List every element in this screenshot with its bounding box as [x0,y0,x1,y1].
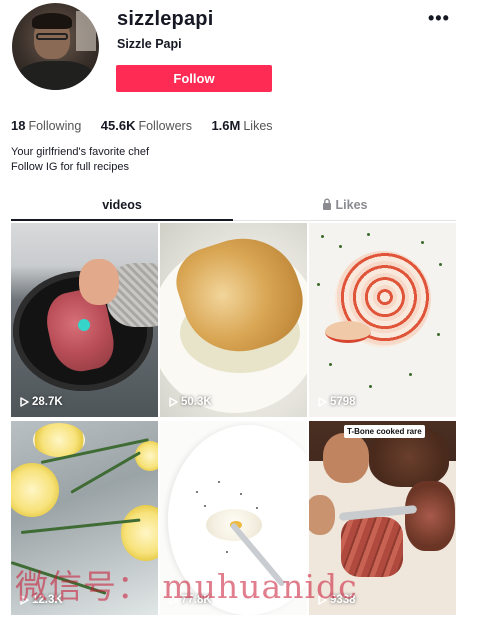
video-thumbnail[interactable]: 50.3K [160,223,307,417]
view-count-label: 77.8K [181,594,212,606]
view-count-label: 50.3K [181,396,212,408]
pepper-speck [204,505,206,507]
profile-tabs: videos Likes [11,193,456,221]
herb-speck [439,263,442,266]
touch-indicator [78,319,90,331]
view-count-label: 12.3K [32,594,63,606]
avatar-shoulders [18,61,94,90]
follow-button[interactable]: Follow [116,65,272,92]
view-count-label: 5798 [330,396,356,408]
following-label[interactable]: Following [28,119,81,133]
herb-speck [321,235,324,238]
lemon-slice [11,463,59,517]
lemon-slice [121,505,158,561]
apple-slice [325,321,371,343]
hand [309,495,335,535]
followers-label[interactable]: Followers [138,119,192,133]
profile-stats: 18 Following 45.6K Followers 1.6M Likes [11,118,289,133]
view-count: 5798 [318,396,356,408]
herb-speck [317,283,320,286]
play-icon [169,595,178,605]
view-count: 28.7K [20,396,63,408]
avatar-hair [32,13,72,29]
video-thumbnail[interactable]: T-Bone cooked rare 9338 [309,421,456,615]
followers-count[interactable]: 45.6K [101,118,136,133]
pepper-speck [196,491,198,493]
play-icon [20,595,29,605]
play-icon [318,595,327,605]
play-icon [169,397,178,407]
video-caption: T-Bone cooked rare [344,425,425,438]
view-count: 77.8K [169,594,212,606]
view-count: 50.3K [169,396,212,408]
tab-videos[interactable]: videos [11,193,233,221]
pepper-speck [240,493,242,495]
rosemary-sprig [11,561,107,595]
lemon-slice [33,423,85,457]
herb-speck [369,385,372,388]
herb-speck [367,233,370,236]
view-count-label: 28.7K [32,396,63,408]
hand [79,259,119,305]
play-icon [318,397,327,407]
more-options-icon[interactable]: ••• [428,8,450,29]
likes-count: 1.6M [211,118,241,133]
avatar[interactable] [12,3,99,90]
pepper-speck [256,507,258,509]
likes-label: Likes [243,119,273,133]
view-count-label: 9338 [330,594,356,606]
rosemary-sprig [70,451,142,494]
hand [323,433,369,483]
video-thumbnail[interactable]: 77.8K [160,421,307,615]
video-thumbnail[interactable]: 12.3K [11,421,158,615]
tab-likes[interactable]: Likes [233,193,456,221]
avatar-background [76,11,96,51]
view-count: 12.3K [20,594,63,606]
profile-username: sizzlepapi [117,8,214,30]
lemon-slice [135,441,158,471]
profile-display-name: Sizzle Papi [117,37,182,51]
tab-likes-label: Likes [335,198,368,212]
lock-icon [322,198,331,210]
bio-line: Follow IG for full recipes [11,161,129,173]
video-thumbnail[interactable]: 28.7K [11,223,158,417]
video-thumbnail[interactable]: 5798 [309,223,456,417]
pepper-speck [218,481,220,483]
herb-speck [339,245,342,248]
herb-speck [421,241,424,244]
video-grid: 28.7K 50.3K 5798 12.3K 77.8K T-Bone cook… [11,223,456,615]
pepper-speck [226,551,228,553]
steak-piece [405,481,455,551]
bio-line: Your girlfriend's favorite chef [11,146,150,158]
herb-speck [437,333,440,336]
herb-speck [409,373,412,376]
play-icon [20,397,29,407]
following-count[interactable]: 18 [11,118,25,133]
steak-slices [341,517,403,577]
herb-speck [329,363,332,366]
avatar-glasses [36,33,68,40]
profile-bio: Your girlfriend's favorite chef Follow I… [11,145,149,175]
view-count: 9338 [318,594,356,606]
